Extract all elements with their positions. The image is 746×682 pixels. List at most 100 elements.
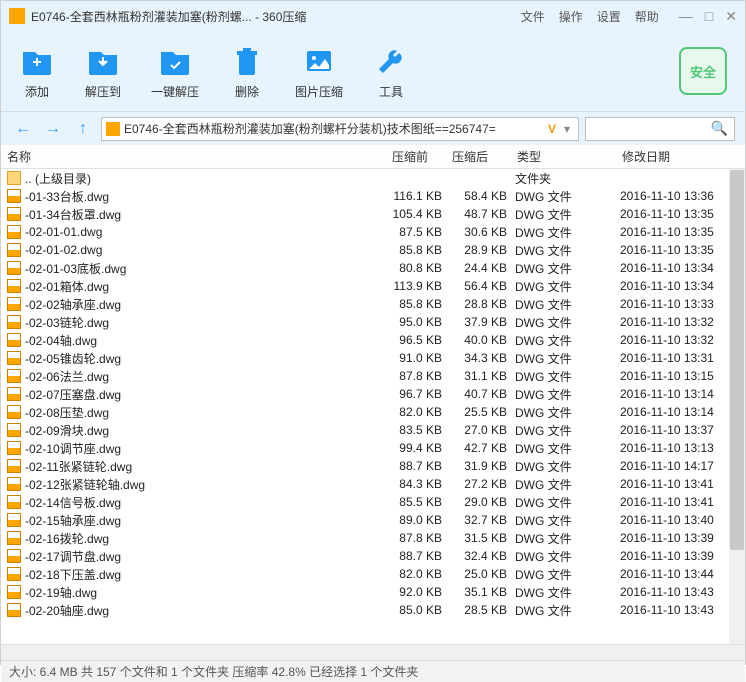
- file-name: -02-01-03底板.dwg: [25, 260, 390, 277]
- oneclick-button[interactable]: 一键解压: [151, 43, 199, 100]
- archive-icon: [106, 122, 120, 136]
- file-type: DWG 文件: [515, 422, 620, 439]
- maximize-icon[interactable]: □: [705, 8, 713, 25]
- parent-folder-row[interactable]: .. (上级目录) 文件夹: [1, 169, 745, 187]
- file-name: -02-09滑块.dwg: [25, 422, 390, 439]
- file-type: DWG 文件: [515, 440, 620, 457]
- tools-button[interactable]: 工具: [373, 43, 409, 100]
- add-icon: [19, 43, 55, 79]
- scrollbar-thumb[interactable]: [730, 170, 744, 550]
- path-box[interactable]: E0746-全套西林瓶粉剂灌装加塞(粉剂螺杆分装机)技术图纸==256747= …: [101, 117, 579, 141]
- file-row[interactable]: -02-16拨轮.dwg87.8 KB31.5 KBDWG 文件2016-11-…: [1, 529, 745, 547]
- file-row[interactable]: -01-34台板罩.dwg105.4 KB48.7 KBDWG 文件2016-1…: [1, 205, 745, 223]
- file-row[interactable]: -02-02轴承座.dwg85.8 KB28.8 KBDWG 文件2016-11…: [1, 295, 745, 313]
- file-type: DWG 文件: [515, 530, 620, 547]
- size-after: 29.0 KB: [450, 495, 515, 509]
- dwg-icon: [7, 387, 21, 401]
- menu-bar: 文件 操作 设置 帮助: [521, 8, 659, 25]
- size-after: 28.9 KB: [450, 243, 515, 257]
- menu-operate[interactable]: 操作: [559, 8, 583, 25]
- size-after: 34.3 KB: [450, 351, 515, 365]
- size-after: 56.4 KB: [450, 279, 515, 293]
- dwg-icon: [7, 441, 21, 455]
- size-after: 24.4 KB: [450, 261, 515, 275]
- file-date: 2016-11-10 13:33: [620, 297, 735, 311]
- file-date: 2016-11-10 13:43: [620, 603, 735, 617]
- file-row[interactable]: -02-01箱体.dwg113.9 KB56.4 KBDWG 文件2016-11…: [1, 277, 745, 295]
- back-button[interactable]: ←: [11, 117, 35, 141]
- file-row[interactable]: -02-20轴座.dwg85.0 KB28.5 KBDWG 文件2016-11-…: [1, 601, 745, 619]
- file-name: -02-08压垫.dwg: [25, 404, 390, 421]
- file-date: 2016-11-10 13:15: [620, 369, 735, 383]
- add-button[interactable]: 添加: [19, 43, 55, 100]
- size-after: 40.0 KB: [450, 333, 515, 347]
- file-row[interactable]: -02-08压垫.dwg82.0 KB25.5 KBDWG 文件2016-11-…: [1, 403, 745, 421]
- header-before[interactable]: 压缩前: [392, 148, 452, 165]
- dwg-icon: [7, 369, 21, 383]
- delete-button[interactable]: 删除: [229, 43, 265, 100]
- menu-help[interactable]: 帮助: [635, 8, 659, 25]
- dropdown-icon[interactable]: ▾: [560, 122, 574, 136]
- file-row[interactable]: -02-07压塞盘.dwg96.7 KB40.7 KBDWG 文件2016-11…: [1, 385, 745, 403]
- header-after[interactable]: 压缩后: [452, 148, 517, 165]
- file-row[interactable]: -02-19轴.dwg92.0 KB35.1 KBDWG 文件2016-11-1…: [1, 583, 745, 601]
- file-name: -02-01箱体.dwg: [25, 278, 390, 295]
- size-after: 31.9 KB: [450, 459, 515, 473]
- file-row[interactable]: -02-05锥齿轮.dwg91.0 KB34.3 KBDWG 文件2016-11…: [1, 349, 745, 367]
- safe-badge: 安全: [679, 47, 727, 95]
- vertical-scrollbar[interactable]: [729, 169, 745, 644]
- file-row[interactable]: -01-33台板.dwg116.1 KB58.4 KBDWG 文件2016-11…: [1, 187, 745, 205]
- file-row[interactable]: -02-09滑块.dwg83.5 KB27.0 KBDWG 文件2016-11-…: [1, 421, 745, 439]
- file-row[interactable]: -02-04轴.dwg96.5 KB40.0 KBDWG 文件2016-11-1…: [1, 331, 745, 349]
- header-name[interactable]: 名称: [7, 148, 392, 165]
- size-before: 95.0 KB: [390, 315, 450, 329]
- dwg-icon: [7, 549, 21, 563]
- file-row[interactable]: -02-01-01.dwg87.5 KB30.6 KBDWG 文件2016-11…: [1, 223, 745, 241]
- menu-settings[interactable]: 设置: [597, 8, 621, 25]
- file-row[interactable]: -02-03链轮.dwg95.0 KB37.9 KBDWG 文件2016-11-…: [1, 313, 745, 331]
- file-name: -02-20轴座.dwg: [25, 602, 390, 619]
- horizontal-scrollbar[interactable]: [1, 644, 745, 660]
- forward-button[interactable]: →: [41, 117, 65, 141]
- file-date: 2016-11-10 13:44: [620, 567, 735, 581]
- up-button[interactable]: ↑: [71, 117, 95, 141]
- file-row[interactable]: -02-12张紧链轮轴.dwg84.3 KB27.2 KBDWG 文件2016-…: [1, 475, 745, 493]
- size-after: 31.1 KB: [450, 369, 515, 383]
- file-list: .. (上级目录) 文件夹 -01-33台板.dwg116.1 KB58.4 K…: [1, 169, 745, 644]
- size-before: 82.0 KB: [390, 405, 450, 419]
- header-date[interactable]: 修改日期: [622, 148, 737, 165]
- file-name: -02-16拨轮.dwg: [25, 530, 390, 547]
- file-date: 2016-11-10 13:14: [620, 387, 735, 401]
- menu-file[interactable]: 文件: [521, 8, 545, 25]
- file-date: 2016-11-10 13:39: [620, 531, 735, 545]
- dwg-icon: [7, 585, 21, 599]
- file-name: -02-02轴承座.dwg: [25, 296, 390, 313]
- dwg-icon: [7, 207, 21, 221]
- file-row[interactable]: -02-01-02.dwg85.8 KB28.9 KBDWG 文件2016-11…: [1, 241, 745, 259]
- close-icon[interactable]: ✕: [725, 8, 737, 25]
- size-after: 28.8 KB: [450, 297, 515, 311]
- file-row[interactable]: -02-11张紧链轮.dwg88.7 KB31.9 KBDWG 文件2016-1…: [1, 457, 745, 475]
- file-row[interactable]: -02-18下压盖.dwg82.0 KB25.0 KBDWG 文件2016-11…: [1, 565, 745, 583]
- file-name: -02-19轴.dwg: [25, 584, 390, 601]
- file-date: 2016-11-10 13:32: [620, 333, 735, 347]
- file-name: -02-12张紧链轮轴.dwg: [25, 476, 390, 493]
- file-date: 2016-11-10 13:13: [620, 441, 735, 455]
- file-row[interactable]: -02-14信号板.dwg85.5 KB29.0 KBDWG 文件2016-11…: [1, 493, 745, 511]
- file-row[interactable]: -02-15轴承座.dwg89.0 KB32.7 KBDWG 文件2016-11…: [1, 511, 745, 529]
- minimize-icon[interactable]: —: [679, 8, 693, 25]
- header-type[interactable]: 类型: [517, 148, 622, 165]
- file-date: 2016-11-10 13:31: [620, 351, 735, 365]
- window-controls: — □ ✕: [679, 8, 737, 25]
- file-row[interactable]: -02-06法兰.dwg87.8 KB31.1 KBDWG 文件2016-11-…: [1, 367, 745, 385]
- image-button[interactable]: 图片压缩: [295, 43, 343, 100]
- size-before: 99.4 KB: [390, 441, 450, 455]
- file-date: 2016-11-10 13:32: [620, 315, 735, 329]
- file-name: -02-04轴.dwg: [25, 332, 390, 349]
- file-row[interactable]: -02-01-03底板.dwg80.8 KB24.4 KBDWG 文件2016-…: [1, 259, 745, 277]
- file-date: 2016-11-10 13:41: [620, 477, 735, 491]
- search-box[interactable]: 🔍: [585, 117, 735, 141]
- file-row[interactable]: -02-17调节盘.dwg88.7 KB32.4 KBDWG 文件2016-11…: [1, 547, 745, 565]
- extract-button[interactable]: 解压到: [85, 43, 121, 100]
- file-row[interactable]: -02-10调节座.dwg99.4 KB42.7 KBDWG 文件2016-11…: [1, 439, 745, 457]
